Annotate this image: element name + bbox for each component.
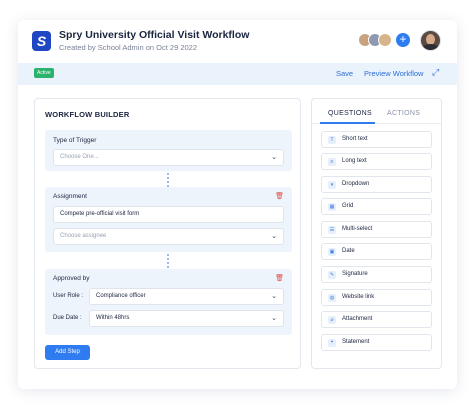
question-label: Attachment <box>342 316 373 322</box>
builder-title: WORKFLOW BUILDER <box>45 110 130 119</box>
status-badge: Active <box>34 68 54 78</box>
dropdown-icon: ▾ <box>328 181 336 189</box>
question-item-website-link[interactable]: ◍ Website link <box>321 289 432 306</box>
question-label: Long text <box>342 158 367 164</box>
save-button[interactable]: Save <box>336 69 353 78</box>
workflow-title: Spry University Official Visit Workflow <box>59 29 250 41</box>
delete-icon[interactable]: 🗑 <box>275 274 284 282</box>
paperclip-icon: ⌀ <box>328 316 336 324</box>
question-item-short-text[interactable]: T Short text <box>321 131 432 148</box>
assignment-label: Assignment <box>53 193 87 200</box>
text-icon: T <box>328 136 336 144</box>
delete-icon[interactable]: 🗑 <box>275 192 284 200</box>
user-role-label: User Role : <box>53 293 84 299</box>
paragraph-icon: ≡ <box>328 158 336 166</box>
tab-questions[interactable]: QUESTIONS <box>328 110 372 117</box>
question-item-dropdown[interactable]: ▾ Dropdown <box>321 176 432 193</box>
assignee-select[interactable]: Choose assignee ⌄ <box>53 228 284 245</box>
question-item-date[interactable]: ▣ Date <box>321 243 432 260</box>
workflow-subtitle: Created by School Admin on Oct 29 2022 <box>59 43 198 52</box>
workflow-builder-panel: WORKFLOW BUILDER Type of Trigger Choose … <box>34 98 301 369</box>
question-label: Multi-select <box>342 226 373 232</box>
add-step-button[interactable]: Add Step <box>45 345 90 360</box>
user-role-value: Compliance officer <box>96 293 146 299</box>
preview-workflow-button[interactable]: Preview Workflow <box>364 69 423 78</box>
question-label: Short text <box>342 136 368 142</box>
questions-panel: QUESTIONS ACTIONS T Short text ≡ Long te… <box>311 98 442 369</box>
approval-label: Approved by <box>53 275 90 282</box>
trigger-label: Type of Trigger <box>53 137 97 144</box>
collaborator-avatar[interactable] <box>378 33 392 47</box>
connector-dots <box>167 254 169 270</box>
active-tab-indicator <box>320 122 375 124</box>
due-date-value: Within 48hrs <box>96 315 130 321</box>
assignment-block: Assignment 🗑 Compete pre-official visit … <box>45 187 292 252</box>
chevron-down-icon: ⌄ <box>271 315 277 322</box>
workflow-toolbar: Active Save Preview Workflow ⤢ <box>18 63 457 85</box>
task-input[interactable]: Compete pre-official visit form <box>53 206 284 223</box>
chevron-down-icon: ⌄ <box>271 233 277 240</box>
signature-icon: ✎ <box>328 271 336 279</box>
chevron-down-icon: ⌄ <box>271 154 277 161</box>
question-label: Dropdown <box>342 181 370 187</box>
question-label: Statement <box>342 339 370 345</box>
question-label: Date <box>342 248 355 254</box>
calendar-icon: ▣ <box>328 248 336 256</box>
trigger-block: Type of Trigger Choose One... ⌄ <box>45 130 292 171</box>
question-item-multi-select[interactable]: ☰ Multi-select <box>321 221 432 238</box>
user-role-select[interactable]: Compliance officer ⌄ <box>89 288 284 305</box>
question-item-statement[interactable]: ❝ Statement <box>321 334 432 351</box>
tab-actions[interactable]: ACTIONS <box>387 110 420 117</box>
task-input-value: Compete pre-official visit form <box>60 211 140 217</box>
question-item-long-text[interactable]: ≡ Long text <box>321 153 432 170</box>
app-logo: S <box>32 31 51 51</box>
question-item-signature[interactable]: ✎ Signature <box>321 266 432 283</box>
question-item-grid[interactable]: ▦ Grid <box>321 198 432 215</box>
globe-icon: ◍ <box>328 294 336 302</box>
question-label: Website link <box>342 294 375 300</box>
question-label: Grid <box>342 203 354 209</box>
expand-icon[interactable]: ⤢ <box>432 67 439 78</box>
due-date-label: Due Date : <box>53 315 82 321</box>
quote-icon: ❝ <box>328 339 336 347</box>
checklist-icon: ☰ <box>328 226 336 234</box>
approval-block: Approved by 🗑 User Role : Compliance off… <box>45 269 292 335</box>
grid-icon: ▦ <box>328 203 336 211</box>
assignee-select-value: Choose assignee <box>60 233 107 239</box>
question-label: Signature <box>342 271 368 277</box>
due-date-select[interactable]: Within 48hrs ⌄ <box>89 310 284 327</box>
chevron-down-icon: ⌄ <box>271 293 277 300</box>
add-collaborator-button[interactable]: + <box>396 33 410 47</box>
trigger-select[interactable]: Choose One... ⌄ <box>53 149 284 166</box>
trigger-select-value: Choose One... <box>60 154 99 160</box>
question-item-attachment[interactable]: ⌀ Attachment <box>321 311 432 328</box>
user-avatar[interactable] <box>420 30 441 51</box>
